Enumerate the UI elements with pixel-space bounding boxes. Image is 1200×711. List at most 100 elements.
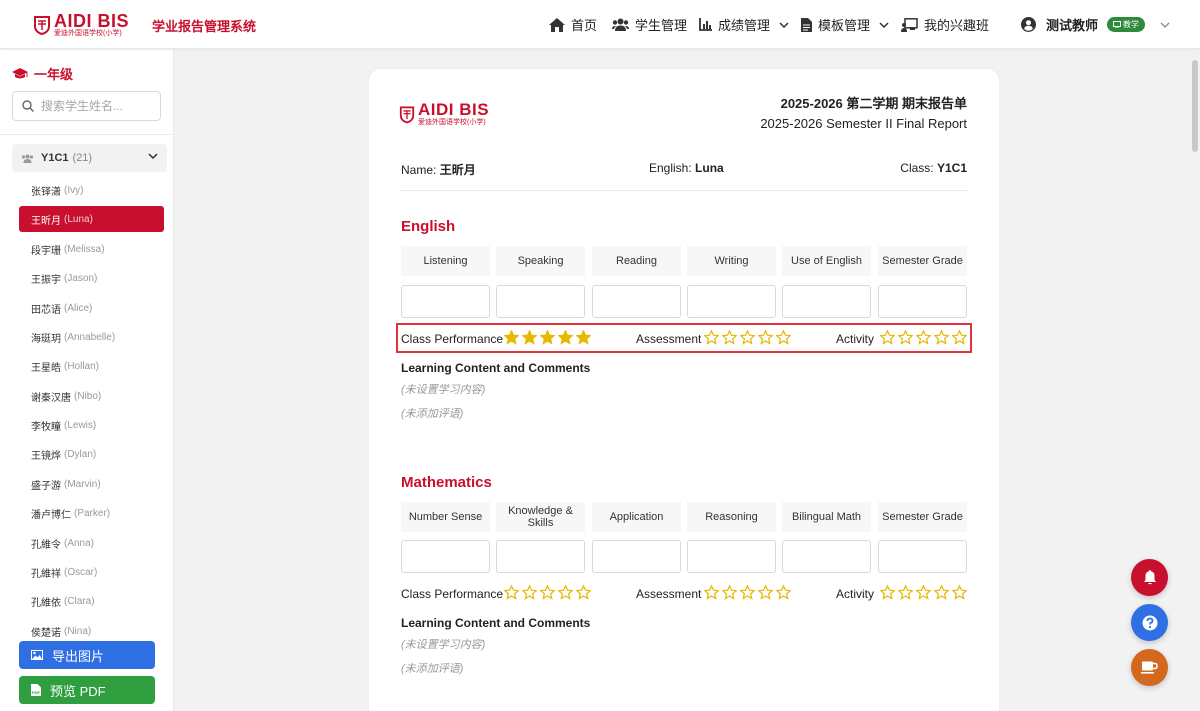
star-icon[interactable] (758, 330, 773, 345)
star-icon[interactable] (952, 330, 967, 345)
star-icon[interactable] (740, 585, 755, 600)
student-item[interactable]: 王镜烨 (Dylan) (19, 441, 164, 467)
star-icon[interactable] (898, 330, 913, 345)
student-item[interactable]: 盛子游 (Marvin) (19, 471, 164, 497)
star-icon[interactable] (916, 585, 931, 600)
student-english-name: (Nibo) (74, 390, 102, 402)
class-value: Y1C1 (936, 161, 967, 175)
student-name: 王振宇 (31, 274, 61, 286)
question-icon (1142, 615, 1157, 630)
grade-input-box[interactable] (592, 285, 681, 318)
grade-input-box[interactable] (687, 540, 776, 573)
school-crest-icon (399, 106, 415, 123)
student-item[interactable]: 段宇珊 (Melissa) (19, 236, 164, 262)
student-item[interactable]: 潘卢博仁 (Parker) (19, 500, 164, 526)
nav-home[interactable]: 首页 (549, 0, 597, 49)
star-icon[interactable] (776, 330, 791, 345)
grade-input-box[interactable] (496, 285, 585, 318)
student-english-name: (Jason) (64, 272, 98, 284)
student-item-active[interactable]: 王昕月 (Luna) (19, 206, 164, 232)
image-icon (31, 650, 43, 660)
star-icon[interactable] (952, 585, 967, 600)
star-icon[interactable] (934, 585, 949, 600)
star-icon[interactable] (934, 330, 949, 345)
star-icon[interactable] (576, 585, 591, 600)
grade-input-box[interactable] (782, 540, 871, 573)
nav-interest-classes[interactable]: 我的兴趣班 (901, 0, 989, 49)
help-button[interactable] (1131, 604, 1168, 641)
star-icon[interactable] (558, 330, 573, 345)
student-item[interactable]: 孔維令 (Anna) (19, 530, 164, 556)
grade-input-box[interactable] (592, 540, 681, 573)
grade-input-box[interactable] (687, 285, 776, 318)
student-item[interactable]: 王振宇 (Jason) (19, 265, 164, 291)
student-name: 孔維令 (31, 539, 61, 551)
star-icon[interactable] (880, 585, 895, 600)
student-item[interactable]: 海珽玥 (Annabelle) (19, 324, 164, 350)
user-menu[interactable]: 测试教师 教学 (1021, 0, 1170, 49)
student-item[interactable]: 孔維依 (Clara) (19, 588, 164, 614)
student-item[interactable]: 张铎潇 (Ivy) (19, 177, 164, 203)
system-title: 学业报告管理系统 (152, 19, 257, 34)
star-icon[interactable] (504, 330, 519, 345)
class-group-y1c1[interactable]: Y1C1 (21) (12, 144, 167, 172)
grade-input-box[interactable] (878, 285, 967, 318)
star-icon[interactable] (576, 330, 591, 345)
student-name: 谢秦汉唐 (31, 392, 71, 404)
grade-input-box[interactable] (401, 540, 490, 573)
star-icon[interactable] (880, 330, 895, 345)
class-performance-label: Class Performance (401, 587, 504, 601)
star-icon[interactable] (504, 585, 519, 600)
student-name: 王镜烨 (31, 450, 61, 462)
nav-templates[interactable]: 模板管理 (801, 0, 889, 49)
star-icon[interactable] (558, 585, 573, 600)
star-icon[interactable] (722, 585, 737, 600)
student-english-name: (Nina) (64, 625, 92, 637)
logo-text: AIDI BIS (54, 11, 130, 31)
star-icon[interactable] (740, 330, 755, 345)
page-scrollbar[interactable] (1192, 60, 1198, 152)
grade-input-box[interactable] (401, 285, 490, 318)
class-performance-stars[interactable] (504, 330, 594, 345)
role-badge-label: 教学 (1123, 20, 1140, 29)
report-card: AIDI BIS 爱迪外国语学校(小学) 2025-2026 第二学期 期末报告… (369, 69, 999, 711)
student-item[interactable]: 李牧瞳 (Lewis) (19, 412, 164, 438)
coffee-button[interactable] (1131, 649, 1168, 686)
student-english-name: (Ivy) (64, 184, 84, 196)
student-item[interactable]: 田芯语 (Alice) (19, 295, 164, 321)
class-label: Class: (900, 161, 934, 175)
nav-grades[interactable]: 成绩管理 (699, 0, 789, 49)
logo[interactable]: AIDI BIS 爱迪外国语学校(小学) (33, 12, 129, 38)
activity-stars[interactable] (880, 585, 970, 600)
assessment-stars[interactable] (704, 330, 794, 345)
star-icon[interactable] (522, 330, 537, 345)
student-search[interactable] (12, 91, 161, 121)
grade-input-box[interactable] (782, 285, 871, 318)
preview-pdf-button[interactable]: PDF 预览 PDF (19, 676, 155, 704)
activity-stars[interactable] (880, 330, 970, 345)
student-item[interactable]: 王星皓 (Hollan) (19, 353, 164, 379)
export-image-button[interactable]: 导出图片 (19, 641, 155, 669)
grade-input-box[interactable] (496, 540, 585, 573)
divider (401, 190, 967, 191)
assessment-stars[interactable] (704, 585, 794, 600)
student-item[interactable]: 孔維祥 (Oscar) (19, 559, 164, 585)
student-item[interactable]: 谢秦汉唐 (Nibo) (19, 383, 164, 409)
student-english-name: (Melissa) (64, 243, 105, 255)
search-input[interactable] (41, 99, 151, 113)
grade-input-box[interactable] (878, 540, 967, 573)
class-performance-stars[interactable] (504, 585, 594, 600)
notification-button[interactable] (1131, 559, 1168, 596)
star-icon[interactable] (916, 330, 931, 345)
star-icon[interactable] (776, 585, 791, 600)
star-icon[interactable] (898, 585, 913, 600)
nav-students[interactable]: 学生管理 (612, 0, 687, 49)
star-icon[interactable] (704, 585, 719, 600)
subject-title-mathematics: Mathematics (401, 474, 492, 491)
star-icon[interactable] (704, 330, 719, 345)
star-icon[interactable] (758, 585, 773, 600)
star-icon[interactable] (722, 330, 737, 345)
star-icon[interactable] (540, 330, 555, 345)
star-icon[interactable] (522, 585, 537, 600)
star-icon[interactable] (540, 585, 555, 600)
